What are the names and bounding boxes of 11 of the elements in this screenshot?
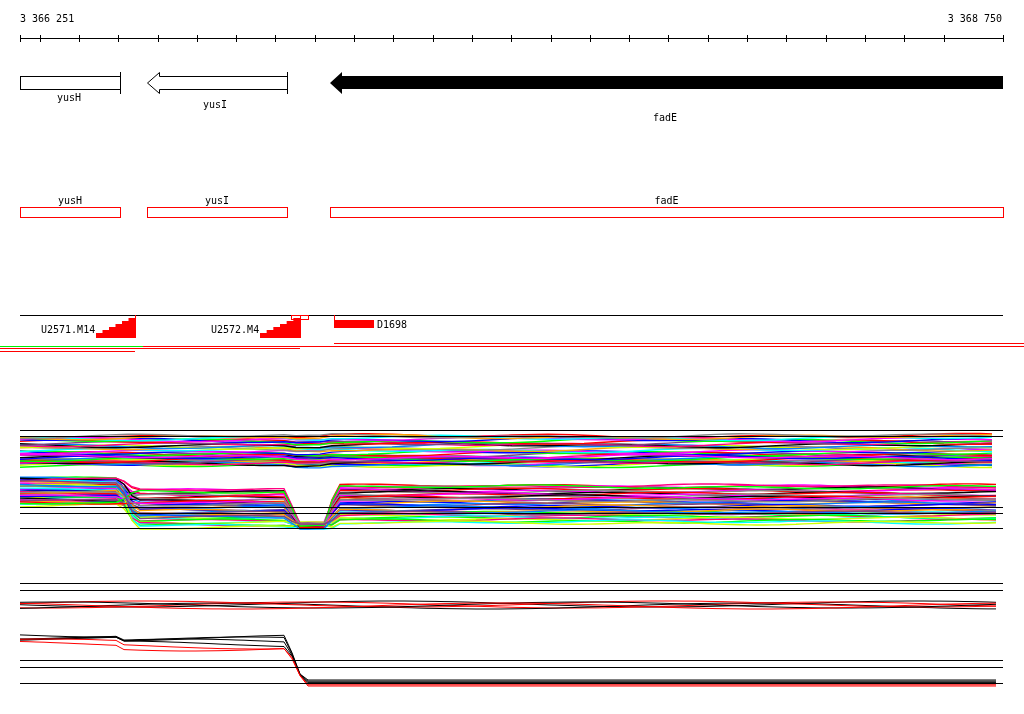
gene-label: yusI [202,99,228,110]
probe-label: D1698 [377,319,408,330]
gene-label: fadE [652,112,678,123]
gene-label: yusH [56,92,82,103]
annotation-label: fadE [654,195,679,206]
ruler-end-label: 3 368 750 [947,13,1002,24]
probe-label: U2572.M4 [211,324,260,335]
annotation-label: yusH [57,195,83,206]
ruler-start-label: 3 366 251 [20,13,75,24]
probe-label: U2571.M14 [41,324,96,335]
annotation-label: yusI [204,195,230,206]
